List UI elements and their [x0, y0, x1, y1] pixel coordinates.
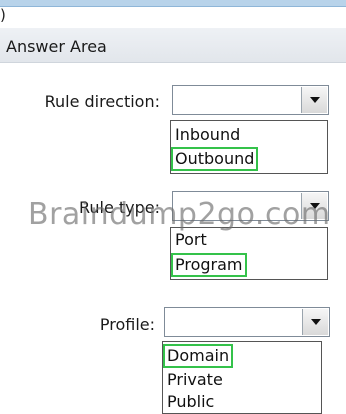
rule-type-dropdown-button[interactable]: [301, 193, 327, 219]
profile-option-private[interactable]: Private: [165, 370, 225, 390]
profile-option-domain[interactable]: Domain: [162, 344, 234, 368]
profile-listbox[interactable]: Domain Private Public: [162, 341, 322, 414]
rule-direction-label: Rule direction:: [44, 92, 160, 111]
rule-direction-listbox[interactable]: Inbound Outbound: [170, 120, 328, 174]
profile-label: Profile:: [99, 315, 155, 334]
cropped-text-fragment: ): [0, 6, 6, 24]
chevron-down-icon: [310, 203, 320, 209]
answer-area-title: Answer Area: [6, 37, 107, 56]
profile-dropdown[interactable]: [164, 307, 330, 337]
rule-direction-dropdown[interactable]: [172, 85, 329, 115]
profile-dropdown-button[interactable]: [302, 309, 328, 335]
rule-type-option-port[interactable]: Port: [173, 230, 209, 250]
answer-area-header: Answer Area: [0, 28, 346, 63]
chevron-down-icon: [310, 97, 320, 103]
top-border: [0, 0, 346, 7]
rule-direction-option-outbound[interactable]: Outbound: [170, 147, 259, 171]
rule-type-label: Rule type:: [78, 198, 160, 217]
rule-direction-dropdown-button[interactable]: [301, 87, 327, 113]
rule-type-listbox[interactable]: Port Program: [170, 227, 328, 280]
profile-option-public[interactable]: Public: [165, 392, 216, 412]
rule-type-dropdown[interactable]: [172, 191, 329, 221]
rule-type-option-program[interactable]: Program: [171, 253, 247, 277]
chevron-down-icon: [311, 319, 321, 325]
rule-direction-option-inbound[interactable]: Inbound: [173, 125, 242, 145]
